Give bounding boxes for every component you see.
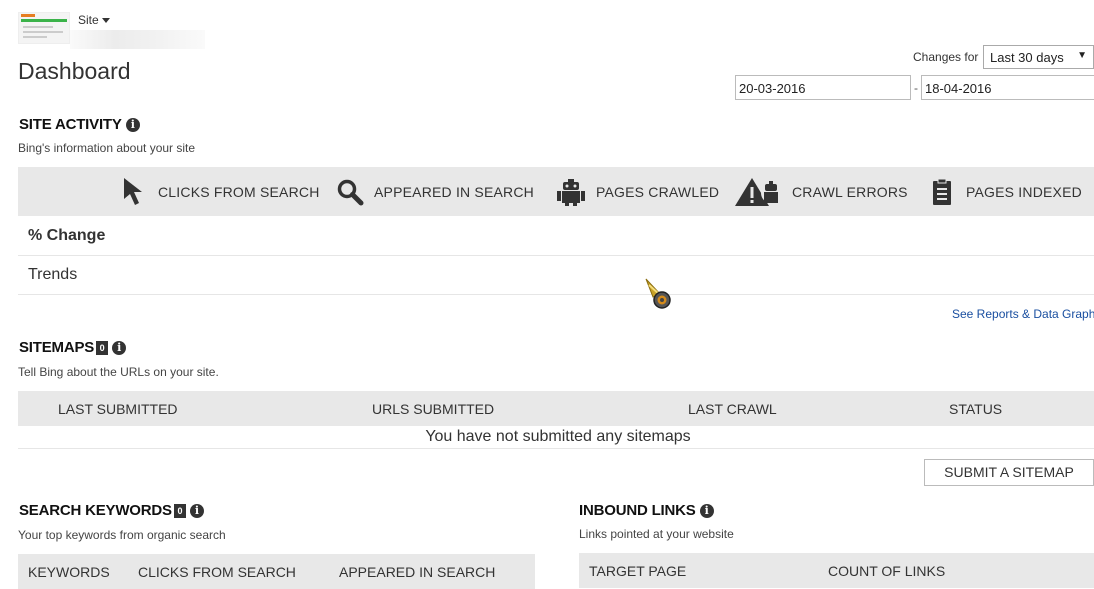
site-activity-title: SITE ACTIVITY [19,116,122,133]
metric-label: PAGES INDEXED [966,183,1082,200]
col-target-page[interactable]: TARGET PAGE [589,563,686,579]
col-keywords[interactable]: KEYWORDS [28,564,110,580]
keywords-count-badge: 0 [173,504,186,518]
metric-crawl-errors[interactable]: CRAWL ERRORS [734,167,908,216]
sitemaps-empty-message: You have not submitted any sitemaps [425,428,691,445]
see-reports-link[interactable]: See Reports & Data Graph [952,307,1094,321]
metric-bar: CLICKS FROM SEARCH APPEARED IN SEARCH PA… [18,167,1094,216]
info-icon[interactable]: i [125,118,140,132]
col-last-submitted[interactable]: LAST SUBMITTED [58,401,178,417]
divider [18,255,1094,256]
magnifier-icon [337,179,364,205]
sitemaps-count-badge: 0 [96,341,109,355]
date-to-input[interactable]: 18-04-2016 [921,75,1094,100]
clipboard-icon [933,178,951,205]
metric-appeared-in-search[interactable]: APPEARED IN SEARCH [336,167,534,216]
robot-icon [557,178,585,206]
divider [18,294,1094,295]
metric-clicks-from-search[interactable]: CLICKS FROM SEARCH [122,167,320,216]
inbound-links-subtitle: Links pointed at your website [579,527,734,541]
site-dropdown-label: Site [78,13,99,27]
info-icon[interactable]: i [699,504,714,518]
col-count-of-links[interactable]: COUNT OF LINKS [828,563,945,579]
date-from-input[interactable]: 20-03-2016 [735,75,911,100]
inbound-links-title: INBOUND LINKS [579,502,696,519]
col-status[interactable]: STATUS [949,401,1002,417]
cursor-arrow-icon [124,177,142,205]
metric-label: CLICKS FROM SEARCH [158,183,320,200]
inbound-links-table-header: TARGET PAGE COUNT OF LINKS [579,553,1094,588]
warning-robot-icon [735,177,781,206]
site-url-blurred [70,30,205,49]
col-clicks-from-search[interactable]: CLICKS FROM SEARCH [138,564,296,580]
metric-label: PAGES CRAWLED [596,183,720,200]
keywords-table-header: KEYWORDS CLICKS FROM SEARCH APPEARED IN … [18,554,535,589]
col-last-crawl[interactable]: LAST CRAWL [688,401,777,417]
col-urls-submitted[interactable]: URLS SUBMITTED [372,401,494,417]
site-thumbnail[interactable] [18,12,70,44]
date-separator: - [914,81,918,95]
info-icon[interactable]: i [189,504,204,518]
select-arrow-icon: ▼ [1077,50,1087,61]
row-pct-change: % Change [28,227,106,244]
sitemaps-title: SITEMAPS [19,339,95,356]
metric-pages-indexed[interactable]: PAGES INDEXED [930,167,1082,216]
search-keywords-subtitle: Your top keywords from organic search [18,528,226,542]
busy-cursor-icon [645,278,671,309]
changes-for-label: Changes for [913,50,979,64]
date-range-select[interactable]: Last 30 days ▼ [983,45,1094,69]
metric-pages-crawled[interactable]: PAGES CRAWLED [556,167,719,216]
search-keywords-title: SEARCH KEYWORDS [19,502,172,519]
metric-label: APPEARED IN SEARCH [374,183,534,200]
sitemaps-table-header: LAST SUBMITTED URLS SUBMITTED LAST CRAWL… [18,391,1094,426]
sitemaps-heading: SITEMAPS 0 i [19,339,127,356]
info-icon[interactable]: i [112,341,127,355]
sitemaps-subtitle: Tell Bing about the URLs on your site. [18,365,219,379]
search-keywords-heading: SEARCH KEYWORDS 0 i [19,502,204,519]
site-activity-subtitle: Bing's information about your site [18,141,196,155]
row-trends: Trends [28,266,78,283]
metric-label: CRAWL ERRORS [792,183,908,200]
caret-down-icon [101,18,110,24]
divider [18,448,1094,449]
date-range-value: Last 30 days [990,50,1064,65]
submit-sitemap-button[interactable]: SUBMIT A SITEMAP [924,459,1094,486]
site-dropdown[interactable]: Site [78,13,110,27]
site-activity-heading: SITE ACTIVITY i [19,116,140,133]
col-appeared-in-search[interactable]: APPEARED IN SEARCH [339,564,495,580]
page-title: Dashboard [18,58,131,84]
inbound-links-heading: INBOUND LINKS i [579,502,714,519]
